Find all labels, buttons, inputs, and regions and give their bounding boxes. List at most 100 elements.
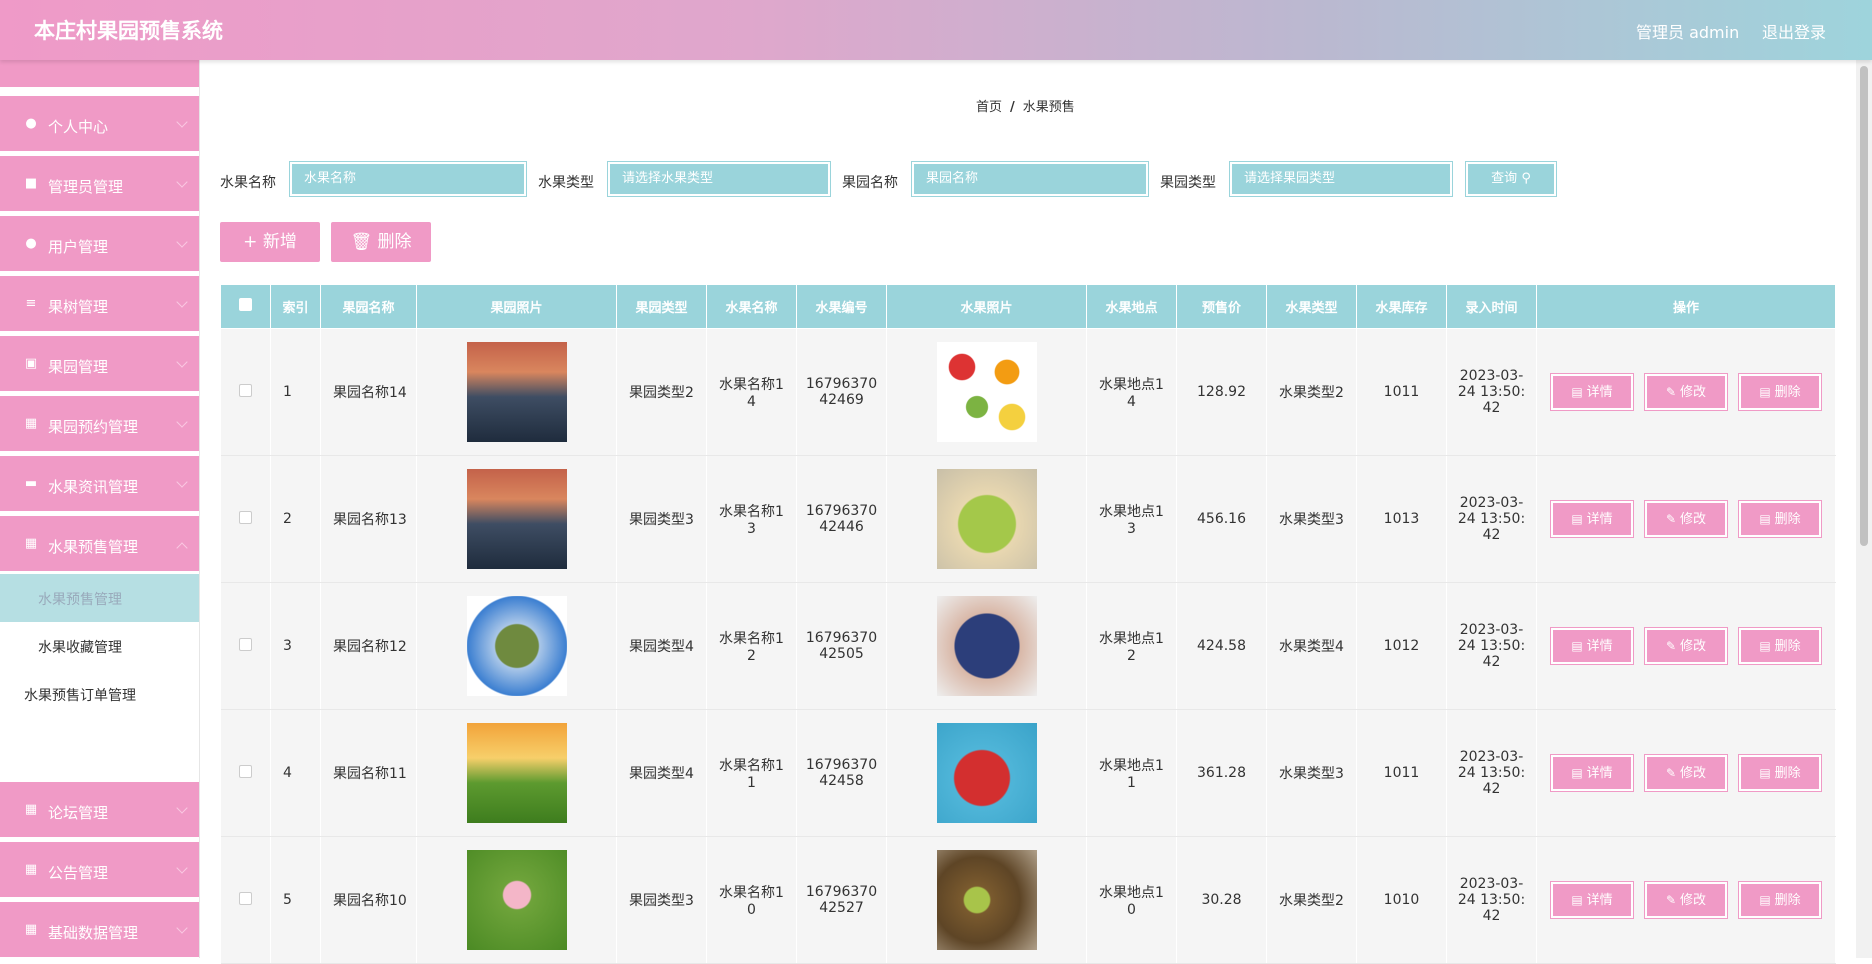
sidebar-subitem-presale[interactable]: 水果预售管理 [0,574,199,622]
delete-button[interactable]: ▤ 删除 [1738,754,1822,792]
edit-label: 修改 [1680,385,1707,400]
edit-button[interactable]: ✎ 修改 [1644,881,1728,919]
logout-link[interactable]: 退出登录 [1762,19,1826,43]
sidebar-subitem-orders[interactable]: 水果预售订单管理 [0,670,199,718]
delete-button[interactable]: ▤ 删除 [1738,881,1822,919]
pencil-icon: ✎ [1665,893,1677,907]
row-checkbox[interactable] [238,637,252,651]
sidebar-item-presale[interactable]: ▦ 水果预售管理 [0,514,199,574]
row-checkbox[interactable] [238,764,252,778]
sidebar-item-profile[interactable]: ● 个人中心 [0,94,199,154]
query-button[interactable]: 查询 ⚲ [1465,161,1557,197]
orchard-photo[interactable] [466,342,567,442]
sidebar-item-admins[interactable]: ■ 管理员管理 [0,154,199,214]
detail-button[interactable]: ▤ 详情 [1550,627,1634,665]
row-fruit-code: 16796370 42469 [796,328,887,456]
orchard-photo[interactable] [466,469,567,569]
sidebar-item-notices[interactable]: ▦ 公告管理 [0,840,199,900]
sidebar-item-hidden[interactable] [0,60,199,90]
header-orchard-name: 果园名称 [320,284,417,329]
search-label-fruit-name: 水果名称 [220,175,276,191]
fruit-photo[interactable] [936,469,1037,569]
row-fruit-place: 水果地点1 3 [1086,455,1177,583]
app-title: 本庄村果园预售系统 [34,19,223,43]
orchard-photo[interactable] [466,850,567,950]
sidebar-item-forum[interactable]: ▦ 论坛管理 [0,780,199,840]
add-button[interactable]: + 新增 [220,222,320,262]
orchard-type-select[interactable]: 请选择果园类型 [1229,161,1453,197]
admin-label: 管理员 admin [1636,23,1740,42]
search-label-fruit-type: 水果类型 [538,175,594,191]
row-entry-time: 2023-03- 24 13:50: 42 [1446,836,1537,964]
delete-button[interactable]: ▤ 删除 [1738,500,1822,538]
row-price: 361.28 [1176,709,1267,837]
sidebar-item-trees[interactable]: ≡ 果树管理 [0,274,199,334]
edit-button[interactable]: ✎ 修改 [1644,627,1728,665]
document-icon: ▤ [1571,512,1583,526]
fruit-photo[interactable] [936,723,1037,823]
edit-button[interactable]: ✎ 修改 [1644,500,1728,538]
sidebar-item-users[interactable]: ● 用户管理 [0,214,199,274]
breadcrumb-home[interactable]: 首页 [976,100,1002,115]
detail-label: 详情 [1586,385,1613,400]
sidebar-item-reservations[interactable]: ▦ 果园预约管理 [0,394,199,454]
edit-label: 修改 [1680,893,1707,908]
detail-button[interactable]: ▤ 详情 [1550,881,1634,919]
edit-button[interactable]: ✎ 修改 [1644,373,1728,411]
delete-button[interactable]: ▤ 删除 [1738,627,1822,665]
row-fruit-name: 水果名称1 3 [706,455,797,583]
sidebar-item-label: 个人中心 [48,118,109,136]
row-fruit-type: 水果类型3 [1266,455,1357,583]
header-fruit-place: 水果地点 [1086,284,1177,329]
row-select-cell [220,582,271,710]
user-icon: ● [25,236,37,251]
clipboard-icon: ▣ [24,356,38,371]
chevron-down-icon [176,296,188,308]
trash-icon: ▤ [1759,639,1771,653]
document-icon: ▤ [1571,639,1583,653]
row-select-cell [220,328,271,456]
fruit-photo[interactable] [936,342,1037,442]
sidebar-item-news[interactable]: ▬ 水果资讯管理 [0,454,199,514]
row-orchard-photo-cell [416,582,617,710]
detail-button[interactable]: ▤ 详情 [1550,754,1634,792]
page-scrollbar[interactable] [1856,60,1872,958]
row-checkbox[interactable] [238,383,252,397]
row-stock: 1011 [1356,328,1447,456]
scrollbar-thumb[interactable] [1860,66,1868,546]
orchard-photo[interactable] [466,596,567,696]
orchard-photo[interactable] [466,723,567,823]
row-fruit-photo-cell [886,836,1087,964]
query-label: 查询 [1491,171,1518,186]
batch-delete-button[interactable]: 🗑 删除 [331,222,431,262]
row-orchard-name: 果园名称14 [320,328,417,456]
row-orchard-photo-cell [416,328,617,456]
header-stock: 水果库存 [1356,284,1447,329]
row-checkbox[interactable] [238,891,252,905]
delete-button[interactable]: ▤ 删除 [1738,373,1822,411]
row-checkbox[interactable] [238,510,252,524]
row-operations: ▤ 详情 ✎ 修改 ▤ 删除 [1536,455,1836,583]
sidebar-subitem-favorites[interactable]: 水果收藏管理 [0,622,199,670]
sidebar-item-basedata[interactable]: ▦ 基础数据管理 [0,900,199,958]
table-row: 2 果园名称13 果园类型3 水果名称1 3 16796370 42446 水果地点… [220,455,1836,583]
fruit-type-select[interactable]: 请选择水果类型 [607,161,831,197]
fruit-photo[interactable] [936,596,1037,696]
row-orchard-type: 果园类型4 [616,709,707,837]
select-all-checkbox[interactable] [239,298,252,311]
table-row: 5 果园名称10 果园类型3 水果名称1 0 16796370 42527 水果地点… [220,836,1836,964]
sidebar-item-orchards[interactable]: ▣ 果园管理 [0,334,199,394]
row-fruit-place: 水果地点1 4 [1086,328,1177,456]
fruit-name-input[interactable]: 水果名称 [289,161,527,197]
row-entry-time: 2023-03- 24 13:50: 42 [1446,455,1537,583]
orchard-name-input[interactable]: 果园名称 [911,161,1149,197]
row-orchard-name: 果园名称10 [320,836,417,964]
fruit-photo[interactable] [936,850,1037,950]
sidebar-item-label: 论坛管理 [48,804,109,822]
delete-label: 删除 [1774,766,1801,781]
sidebar-item-label: 水果资讯管理 [48,478,139,496]
detail-button[interactable]: ▤ 详情 [1550,500,1634,538]
trash-icon: ▤ [1759,385,1771,399]
detail-button[interactable]: ▤ 详情 [1550,373,1634,411]
edit-button[interactable]: ✎ 修改 [1644,754,1728,792]
